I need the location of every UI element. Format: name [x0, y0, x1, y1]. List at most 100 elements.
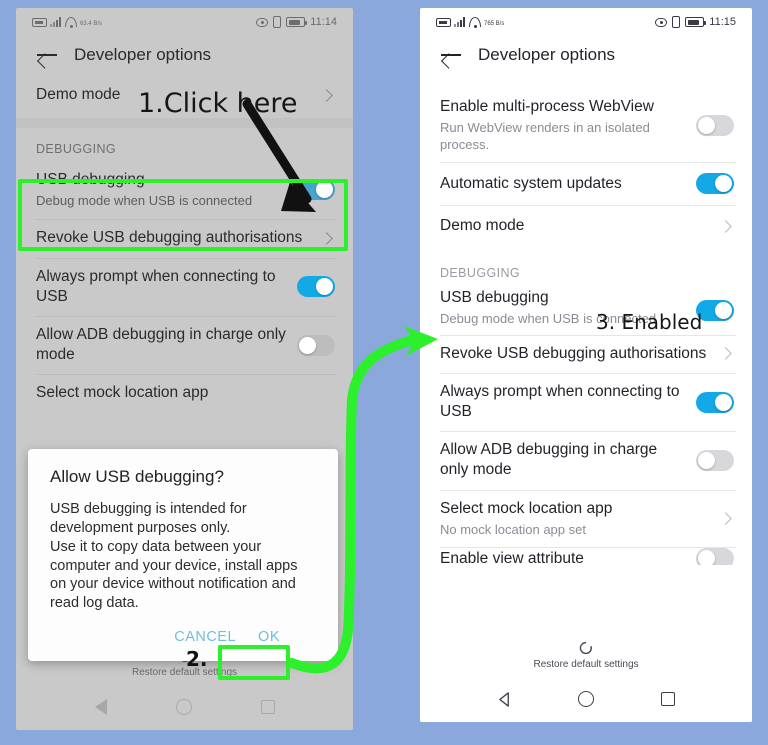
clock-label: 11:15: [709, 16, 736, 28]
row-title: USB debugging: [440, 288, 549, 306]
row-title: Enable multi-process WebView: [440, 98, 654, 115]
settings-list-top: Enable multi-process WebView Run WebView…: [420, 88, 752, 250]
nav-recents-icon[interactable]: [660, 692, 675, 706]
chevron-right-icon: [719, 347, 732, 361]
system-nav-bar: [420, 676, 752, 722]
list-item-select-mock-location[interactable]: Select mock location app No mock locatio…: [420, 489, 752, 547]
section-header-debugging: DEBUGGING: [16, 128, 353, 163]
row-text: Enable multi-process WebView Run WebView…: [440, 97, 686, 153]
sim-card-icon: [32, 18, 47, 27]
battery-icon: [286, 17, 308, 27]
row-title: Allow ADB debugging in charge only mode: [440, 441, 658, 479]
right-phone-screenshot: 765 B/s 11:15 Developer options Enable m…: [420, 8, 752, 722]
enable-view-attribute-toggle[interactable]: [696, 548, 734, 565]
chevron-right-icon: [719, 511, 732, 525]
always-prompt-toggle[interactable]: [696, 391, 734, 413]
row-text: Revoke USB debugging authorisations: [440, 344, 706, 364]
status-bar-right-icons: 11:14: [256, 16, 337, 28]
row-title: Demo mode: [440, 217, 525, 235]
vibrate-icon: [273, 16, 282, 28]
row-title: Select mock location app: [440, 499, 613, 517]
wifi-icon: [65, 17, 77, 28]
row-text: Select mock location app: [36, 383, 208, 403]
chevron-right-icon: [320, 88, 333, 102]
section-divider: [16, 118, 353, 129]
list-item-demo-mode[interactable]: Demo mode: [420, 205, 752, 249]
nav-back-icon[interactable]: [94, 699, 107, 715]
page-title: Developer options: [74, 45, 212, 64]
list-item-allow-adb-charge-only[interactable]: Allow ADB debugging in charge only mode: [16, 315, 353, 374]
status-bar: 63.4 B/s 11:14: [16, 8, 353, 36]
signal-bars-icon: [454, 17, 466, 27]
sim-card-icon: [436, 18, 451, 27]
list-item-automatic-system-updates[interactable]: Automatic system updates: [420, 162, 752, 205]
battery-icon: [685, 17, 707, 27]
allow-adb-charge-only-toggle[interactable]: [696, 449, 734, 471]
cancel-button[interactable]: CANCEL: [174, 629, 236, 645]
row-title: Enable view attribute: [440, 549, 584, 565]
nav-recents-icon[interactable]: [260, 700, 275, 714]
annotation-step-1: 1.Click here: [138, 88, 298, 119]
list-item-always-prompt-usb[interactable]: Always prompt when connecting to USB: [16, 257, 353, 316]
chevron-right-icon: [719, 220, 732, 233]
nav-back-icon[interactable]: [497, 691, 512, 707]
screenshot-stage: 63.4 B/s 11:14 Developer options Demo mo…: [0, 0, 768, 745]
app-bar: Developer options: [420, 36, 752, 72]
annotation-step-3: 3. Enabled: [596, 310, 703, 334]
dialog-title: Allow USB debugging?: [50, 467, 224, 486]
row-subtitle: Run WebView renders in an isolated proce…: [440, 120, 650, 153]
list-item-revoke-usb-authorisations[interactable]: Revoke USB debugging authorisations: [420, 334, 752, 373]
system-nav-bar: [16, 684, 353, 730]
row-title: Revoke USB debugging authorisations: [440, 344, 707, 362]
clock-label: 11:14: [310, 16, 337, 28]
highlight-box-ok-button: [218, 645, 290, 680]
back-arrow-icon[interactable]: [440, 44, 462, 66]
allow-adb-charge-only-toggle[interactable]: [297, 334, 335, 356]
back-arrow-icon[interactable]: [36, 44, 58, 66]
row-title: Select mock location app: [36, 384, 209, 402]
row-text: Always prompt when connecting to USB: [440, 382, 686, 422]
list-item-always-prompt-usb[interactable]: Always prompt when connecting to USB: [420, 373, 752, 431]
section-header-debugging: DEBUGGING: [440, 265, 520, 280]
eye-comfort-icon: [655, 17, 668, 27]
row-text: Automatic system updates: [440, 174, 622, 194]
restore-icon: [579, 641, 592, 655]
nav-home-icon[interactable]: [175, 699, 192, 715]
restore-default-settings[interactable]: Restore default settings: [420, 631, 752, 670]
row-subtitle: No mock location app set: [440, 521, 586, 537]
row-title: Allow ADB debugging in charge only mode: [36, 325, 286, 363]
nav-home-icon[interactable]: [578, 691, 595, 707]
vibrate-icon: [672, 16, 681, 28]
eye-comfort-icon: [256, 17, 269, 27]
page-title: Developer options: [478, 45, 616, 64]
row-text: Demo mode: [440, 216, 524, 236]
status-bar-left-icons: 63.4 B/s: [32, 17, 102, 28]
list-item-enable-multiprocess-webview[interactable]: Enable multi-process WebView Run WebView…: [420, 88, 752, 162]
automatic-system-updates-toggle[interactable]: [696, 173, 734, 195]
row-text: Enable view attribute: [440, 549, 584, 565]
signal-bars-icon: [50, 17, 62, 27]
network-rate-label: 765 B/s: [484, 21, 505, 27]
ok-button[interactable]: OK: [258, 629, 280, 645]
wifi-icon: [469, 17, 481, 28]
multiprocess-webview-toggle[interactable]: [696, 114, 734, 136]
always-prompt-toggle[interactable]: [297, 276, 335, 298]
row-text: Allow ADB debugging in charge only mode: [440, 440, 686, 480]
row-text: Always prompt when connecting to USB: [36, 267, 287, 307]
app-bar: Developer options: [16, 36, 353, 78]
row-text: Allow ADB debugging in charge only mode: [36, 325, 287, 365]
restore-label: Restore default settings: [533, 659, 639, 670]
list-item-enable-view-attribute[interactable]: Enable view attribute: [420, 546, 752, 565]
row-text: Demo mode: [36, 85, 120, 105]
restore-label: Restore default settings: [131, 667, 238, 678]
row-title: Demo mode: [36, 86, 121, 103]
status-bar: 765 B/s 11:15: [420, 8, 752, 36]
dialog-body: USB debugging is intended for developmen…: [50, 501, 298, 612]
status-bar-left-icons: 765 B/s: [436, 17, 505, 28]
list-item-allow-adb-charge-only[interactable]: Allow ADB debugging in charge only mode: [420, 431, 752, 489]
allow-usb-debugging-dialog: Allow USB debugging? USB debugging is in…: [28, 449, 338, 662]
row-title: Always prompt when connecting to USB: [36, 267, 276, 305]
row-text: Select mock location app No mock locatio…: [440, 499, 612, 538]
annotation-step-2: 2.: [186, 647, 208, 671]
list-item-select-mock-location[interactable]: Select mock location app: [16, 374, 353, 412]
